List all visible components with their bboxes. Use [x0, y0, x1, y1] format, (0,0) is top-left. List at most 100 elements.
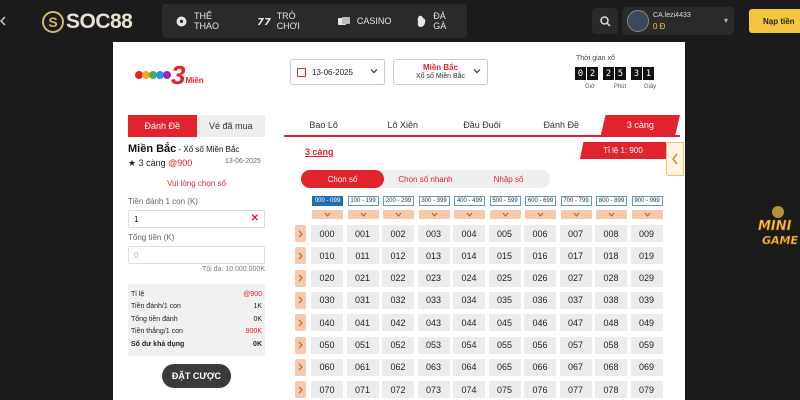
number-cell[interactable]: 059: [630, 336, 663, 354]
chevron-down-icon[interactable]: [312, 210, 343, 219]
number-cell[interactable]: 019: [630, 247, 663, 265]
number-cell[interactable]: 047: [559, 314, 592, 332]
number-cell[interactable]: 053: [417, 336, 450, 354]
number-cell[interactable]: 004: [453, 225, 485, 242]
number-cell[interactable]: 048: [595, 314, 627, 332]
range-chip[interactable]: 100 - 199: [347, 196, 379, 206]
number-cell[interactable]: 007: [559, 225, 592, 242]
place-bet-button[interactable]: ĐẶT CƯỢC: [162, 364, 231, 388]
number-cell[interactable]: 055: [488, 336, 521, 354]
tab-danh-de[interactable]: Đánh Đề: [522, 115, 601, 135]
number-cell[interactable]: 017: [559, 247, 592, 265]
chevron-right-icon[interactable]: [295, 381, 306, 399]
number-cell[interactable]: 005: [488, 225, 521, 242]
chevron-right-icon[interactable]: [295, 336, 306, 354]
number-cell[interactable]: 012: [382, 247, 414, 265]
number-cell[interactable]: 046: [524, 314, 556, 332]
number-cell[interactable]: 039: [630, 291, 663, 309]
nav-sports[interactable]: THỂ THAO: [176, 11, 233, 31]
minigame-floating-icon[interactable]: MINI GAME: [756, 198, 800, 254]
number-cell[interactable]: 052: [382, 336, 414, 354]
range-chip[interactable]: 900 - 999: [631, 196, 663, 206]
range-chip[interactable]: 000 - 099: [312, 196, 343, 206]
number-cell[interactable]: 027: [559, 269, 592, 287]
number-cell[interactable]: 041: [346, 314, 379, 332]
number-cell[interactable]: 040: [311, 314, 343, 332]
chevron-down-icon[interactable]: [631, 210, 663, 219]
side-panel-toggle[interactable]: [666, 142, 684, 176]
chevron-down-icon[interactable]: [454, 210, 485, 219]
number-cell[interactable]: 016: [524, 247, 556, 265]
number-cell[interactable]: 018: [595, 247, 627, 265]
chevron-down-icon[interactable]: [489, 210, 521, 219]
number-cell[interactable]: 038: [595, 291, 627, 309]
number-cell[interactable]: 036: [524, 291, 556, 309]
chevron-down-icon[interactable]: [596, 210, 627, 219]
tab-place-bet[interactable]: Đánh Đề: [128, 115, 197, 137]
deposit-button[interactable]: Nạp tiền: [749, 9, 800, 33]
chevron-down-icon[interactable]: [418, 210, 450, 219]
chevron-right-icon[interactable]: [295, 269, 306, 287]
number-cell[interactable]: 072: [382, 381, 414, 399]
region-select[interactable]: Miền Bắc Xổ số Miền Bắc: [393, 59, 488, 85]
nav-games[interactable]: 777 TRÒ CHƠI: [257, 11, 313, 31]
number-cell[interactable]: 011: [346, 247, 379, 265]
chevron-down-icon[interactable]: [560, 210, 592, 219]
date-picker[interactable]: 13-06-2025: [290, 59, 385, 85]
tab-dau-duoi[interactable]: Đầu Đuôi: [442, 115, 521, 135]
chevron-down-icon[interactable]: [347, 210, 379, 219]
chevron-right-icon[interactable]: [295, 225, 306, 242]
tab-quick-pick[interactable]: Chọn số nhanh: [384, 170, 467, 188]
number-cell[interactable]: 060: [311, 358, 343, 376]
number-cell[interactable]: 077: [559, 381, 592, 399]
number-cell[interactable]: 069: [630, 358, 663, 376]
tab-bao-lo[interactable]: Bao Lô: [284, 115, 363, 135]
range-chip[interactable]: 300 - 399: [418, 196, 450, 206]
number-cell[interactable]: 061: [346, 358, 379, 376]
number-cell[interactable]: 006: [524, 225, 556, 242]
number-cell[interactable]: 025: [488, 269, 521, 287]
range-chip[interactable]: 400 - 499: [454, 196, 485, 206]
tab-lo-xien[interactable]: Lô Xiên: [363, 115, 442, 135]
number-cell[interactable]: 023: [417, 269, 450, 287]
number-cell[interactable]: 001: [346, 225, 379, 242]
number-cell[interactable]: 034: [453, 291, 485, 309]
number-cell[interactable]: 068: [595, 358, 627, 376]
number-cell[interactable]: 000: [311, 225, 343, 242]
tab-3-cang[interactable]: 3 càng: [600, 115, 681, 135]
number-cell[interactable]: 079: [630, 381, 663, 399]
amount-input[interactable]: 1 ✕: [128, 210, 265, 228]
number-cell[interactable]: 008: [595, 225, 627, 242]
number-cell[interactable]: 049: [630, 314, 663, 332]
range-chip[interactable]: 500 - 599: [489, 196, 521, 206]
number-cell[interactable]: 058: [595, 336, 627, 354]
chevron-right-icon[interactable]: [295, 358, 306, 376]
number-cell[interactable]: 033: [417, 291, 450, 309]
chevron-right-icon[interactable]: [295, 247, 306, 265]
number-cell[interactable]: 073: [417, 381, 450, 399]
number-cell[interactable]: 015: [488, 247, 521, 265]
number-cell[interactable]: 078: [595, 381, 627, 399]
tab-pick-number[interactable]: Chọn số: [301, 170, 384, 188]
total-input[interactable]: 0: [128, 246, 265, 264]
tab-enter-number[interactable]: Nhập số: [467, 170, 550, 188]
number-cell[interactable]: 065: [488, 358, 521, 376]
number-cell[interactable]: 066: [524, 358, 556, 376]
number-cell[interactable]: 064: [453, 358, 485, 376]
number-cell[interactable]: 056: [524, 336, 556, 354]
chevron-down-icon[interactable]: [383, 210, 414, 219]
number-cell[interactable]: 062: [382, 358, 414, 376]
chevron-down-icon[interactable]: [525, 210, 556, 219]
chevron-right-icon[interactable]: [295, 314, 306, 332]
number-cell[interactable]: 020: [311, 269, 343, 287]
number-cell[interactable]: 044: [453, 314, 485, 332]
number-cell[interactable]: 037: [559, 291, 592, 309]
range-chip[interactable]: 600 - 699: [525, 196, 556, 206]
nav-casino[interactable]: CASINO: [337, 15, 391, 27]
range-chip[interactable]: 200 - 299: [383, 196, 414, 206]
number-cell[interactable]: 010: [311, 247, 343, 265]
number-cell[interactable]: 024: [453, 269, 485, 287]
number-cell[interactable]: 050: [311, 336, 343, 354]
user-account[interactable]: CA.lezi4433 0 Đ ▾: [622, 7, 734, 35]
number-cell[interactable]: 003: [417, 225, 450, 242]
